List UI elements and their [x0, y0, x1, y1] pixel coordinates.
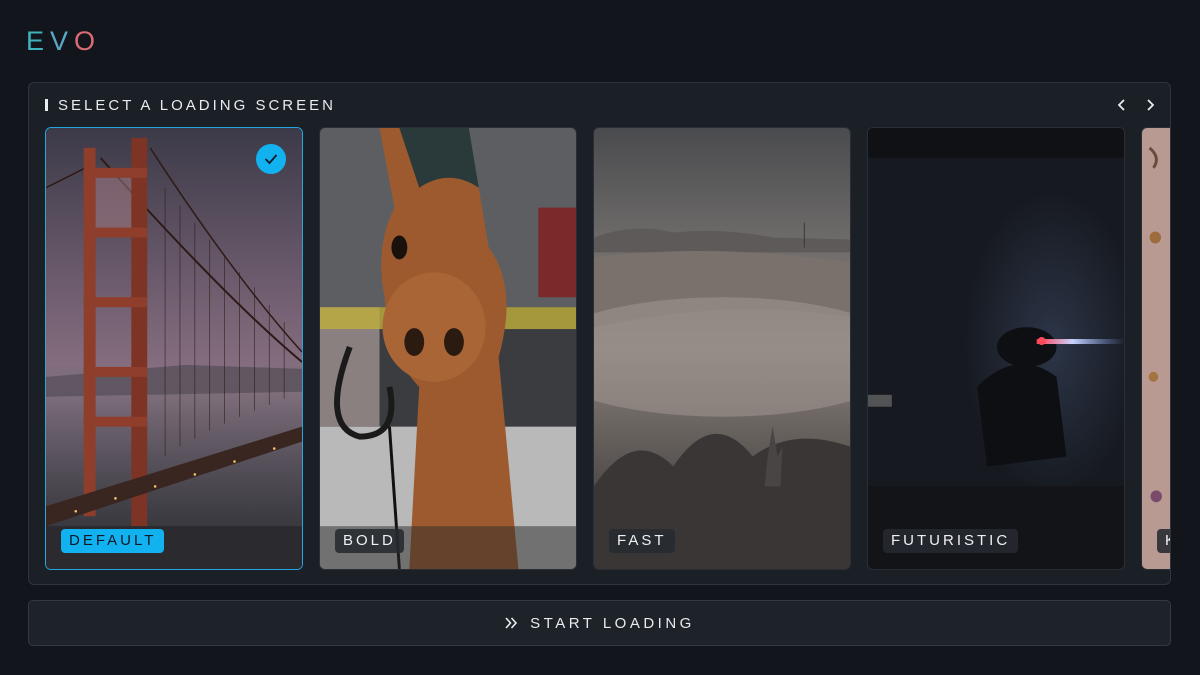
card-fast[interactable]: FAST [593, 127, 851, 570]
loading-screen-panel: SELECT A LOADING SCREEN DEFAULT BOLD FAS… [28, 82, 1171, 585]
chevron-left-icon [1117, 99, 1125, 111]
title-accent-bar [45, 99, 48, 111]
panel-header: SELECT A LOADING SCREEN [45, 95, 336, 115]
logo-letter-e: E [26, 26, 51, 56]
start-loading-button[interactable]: START LOADING [28, 600, 1171, 646]
carousel-horse-image [320, 128, 576, 569]
card-default[interactable]: DEFAULT [45, 127, 303, 570]
card-bold[interactable]: BOLD [319, 127, 577, 570]
dark-figure-image [868, 128, 1124, 569]
logo-letter-o: O [74, 26, 102, 56]
panel-title: SELECT A LOADING SCREEN [58, 96, 336, 114]
next-button[interactable] [1138, 93, 1162, 117]
chevron-right-icon [1147, 99, 1155, 111]
checkmark-icon [264, 154, 278, 165]
card-label: DEFAULT [61, 529, 165, 553]
floral-image [1142, 128, 1170, 569]
golden-gate-bridge-image [46, 128, 302, 569]
prev-button[interactable] [1110, 93, 1134, 117]
card-partial[interactable]: K [1141, 127, 1170, 570]
loading-screen-carousel: DEFAULT BOLD FAST FUTURISTIC [45, 127, 1170, 570]
logo-letter-v: V [50, 26, 75, 56]
selected-check-badge [256, 144, 286, 174]
app-logo: EVO [26, 26, 101, 56]
card-label: FAST [609, 529, 675, 553]
card-label: K [1157, 529, 1170, 553]
foggy-hills-image [594, 128, 850, 569]
start-loading-label: START LOADING [530, 614, 695, 632]
double-chevron-right-icon [505, 617, 518, 629]
carousel-nav [1110, 93, 1162, 117]
card-futuristic[interactable]: FUTURISTIC [867, 127, 1125, 570]
card-label: FUTURISTIC [883, 529, 1019, 553]
card-label: BOLD [335, 529, 404, 553]
